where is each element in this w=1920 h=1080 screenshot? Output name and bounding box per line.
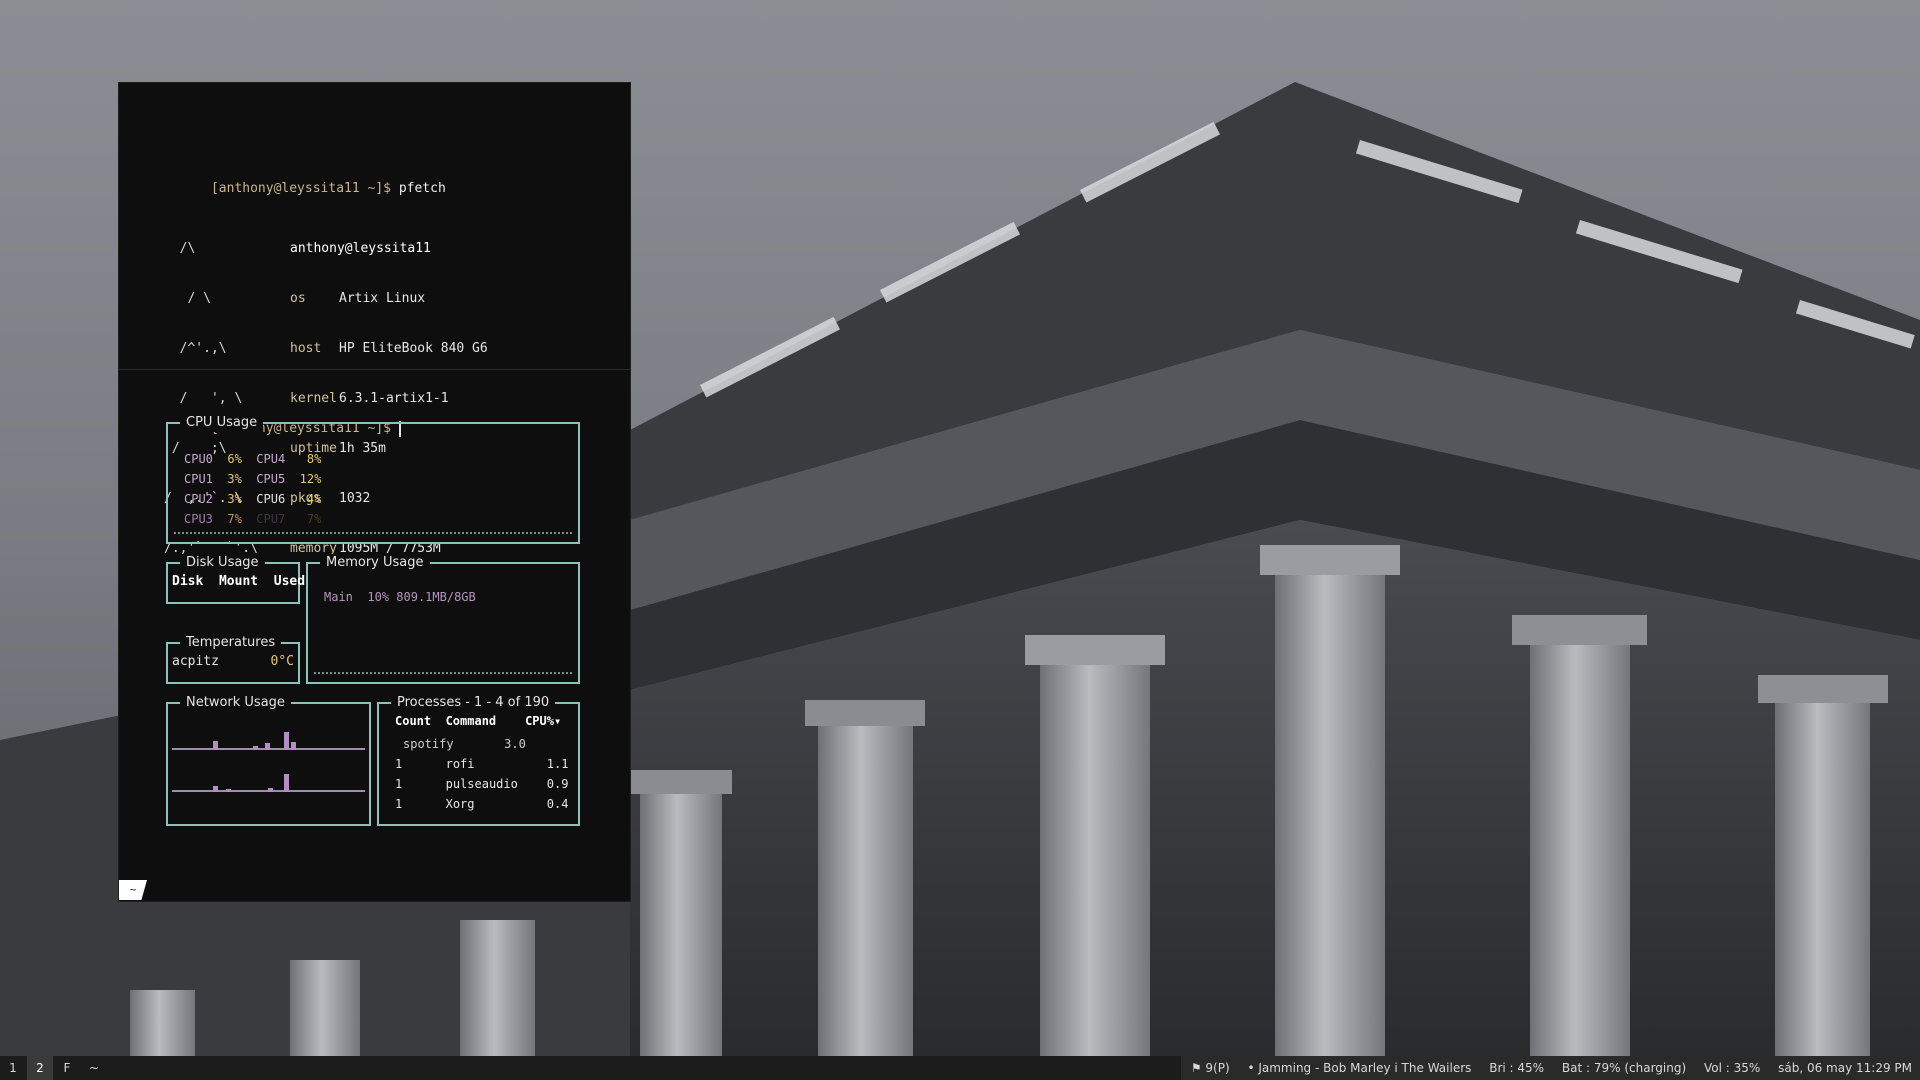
memory-box-title: Memory Usage <box>320 554 430 572</box>
cpu-row: CPU0 6% CPU4 8% <box>184 452 322 466</box>
terminal-window[interactable]: [anthony@leyssita11 ~]$ pfetch /\ / \ /^… <box>118 82 631 902</box>
music-now-playing[interactable]: • Jamming - Bob Marley i The Wailers <box>1247 1061 1471 1075</box>
volume-indicator[interactable]: Vol : 35% <box>1704 1061 1760 1075</box>
brightness-indicator[interactable]: Bri : 45% <box>1489 1061 1544 1075</box>
pfetch-key: kernel <box>290 391 337 406</box>
temp-sensor-value: 0°C <box>270 654 294 669</box>
workspace-2[interactable]: 2 <box>27 1056 53 1080</box>
temp-sensor-name: acpitz <box>172 654 219 669</box>
network-usage-box: Network Usage <box>166 694 371 826</box>
cpu-graph <box>174 532 572 534</box>
pane-divider[interactable] <box>119 369 630 370</box>
disk-usage-box: Disk Usage Disk Mount Used <box>166 554 305 604</box>
workspace-f[interactable]: F <box>54 1056 80 1080</box>
network-upload-graph <box>168 762 369 792</box>
processes-box-title: Processes - 1 - 4 of 190 <box>391 694 556 712</box>
cpu-row: CPU1 3% CPU5 12% <box>184 472 322 486</box>
process-row[interactable]: 1 rofi 1.1 <box>395 754 568 774</box>
workspace-1[interactable]: 1 <box>0 1056 26 1080</box>
system-status: ⚑ 9(P) • Jamming - Bob Marley i The Wail… <box>1180 1056 1920 1080</box>
cpu-row: CPU3 7% CPU7 7% <box>184 512 322 526</box>
battery-indicator: Bat : 79% (charging) <box>1561 1061 1687 1075</box>
process-row[interactable]: 1 Xorg 0.4 <box>395 794 568 814</box>
pfetch-value: HP EliteBook 840 G6 <box>339 341 488 356</box>
temps-box-title: Temperatures <box>180 634 282 652</box>
network-box-title: Network Usage <box>180 694 291 712</box>
cpu-usage-box: CPU Usage CPU0 6% CPU4 8% CPU1 3% CPU5 1… <box>166 414 580 544</box>
shell-prompt: [anthony@leyssita11 ~]$ <box>210 181 391 196</box>
shell-command: pfetch <box>398 181 446 196</box>
workspace-home[interactable]: ~ <box>81 1056 107 1080</box>
disk-box-title: Disk Usage <box>180 554 265 572</box>
memory-graph <box>314 672 572 674</box>
terminal-tag-indicator: ~ <box>119 880 147 900</box>
pfetch-userhost: anthony@leyssita11 <box>290 241 431 256</box>
pfetch-key: host <box>290 341 322 356</box>
clock: sáb, 06 may 11:29 PM <box>1778 1061 1912 1075</box>
pfetch-value: 6.3.1-artix1-1 <box>339 391 449 406</box>
processes-box[interactable]: Processes - 1 - 4 of 190 Count Command C… <box>377 694 580 826</box>
pfetch-key: os <box>290 291 306 306</box>
cpu-row: CPU2 3% CPU6 4% <box>184 492 322 506</box>
processes-table-header: Count Command CPU%▾ <box>395 714 562 728</box>
disk-table-header: Disk Mount Used <box>172 574 306 589</box>
process-row[interactable]: 1 pulseaudio 0.9 <box>395 774 568 794</box>
process-row-selected[interactable]: spotify 3.0 <box>403 734 526 754</box>
memory-main-row: Main 10% 809.1MB/8GB <box>324 590 476 604</box>
pfetch-output: [anthony@leyssita11 ~]$ pfetch /\ / \ /^… <box>164 129 488 556</box>
status-bar: 1 2 F ~ ⚑ 9(P) • Jamming - Bob Marley i … <box>0 1056 1920 1080</box>
temperatures-box: Temperatures acpitz 0°C <box>166 634 300 684</box>
updates-indicator[interactable]: ⚑ 9(P) <box>1191 1061 1230 1075</box>
memory-usage-box: Memory Usage Main 10% 809.1MB/8GB <box>306 554 580 684</box>
pfetch-value: Artix Linux <box>339 291 426 306</box>
network-download-graph <box>168 718 369 750</box>
cpu-box-title: CPU Usage <box>180 414 264 432</box>
